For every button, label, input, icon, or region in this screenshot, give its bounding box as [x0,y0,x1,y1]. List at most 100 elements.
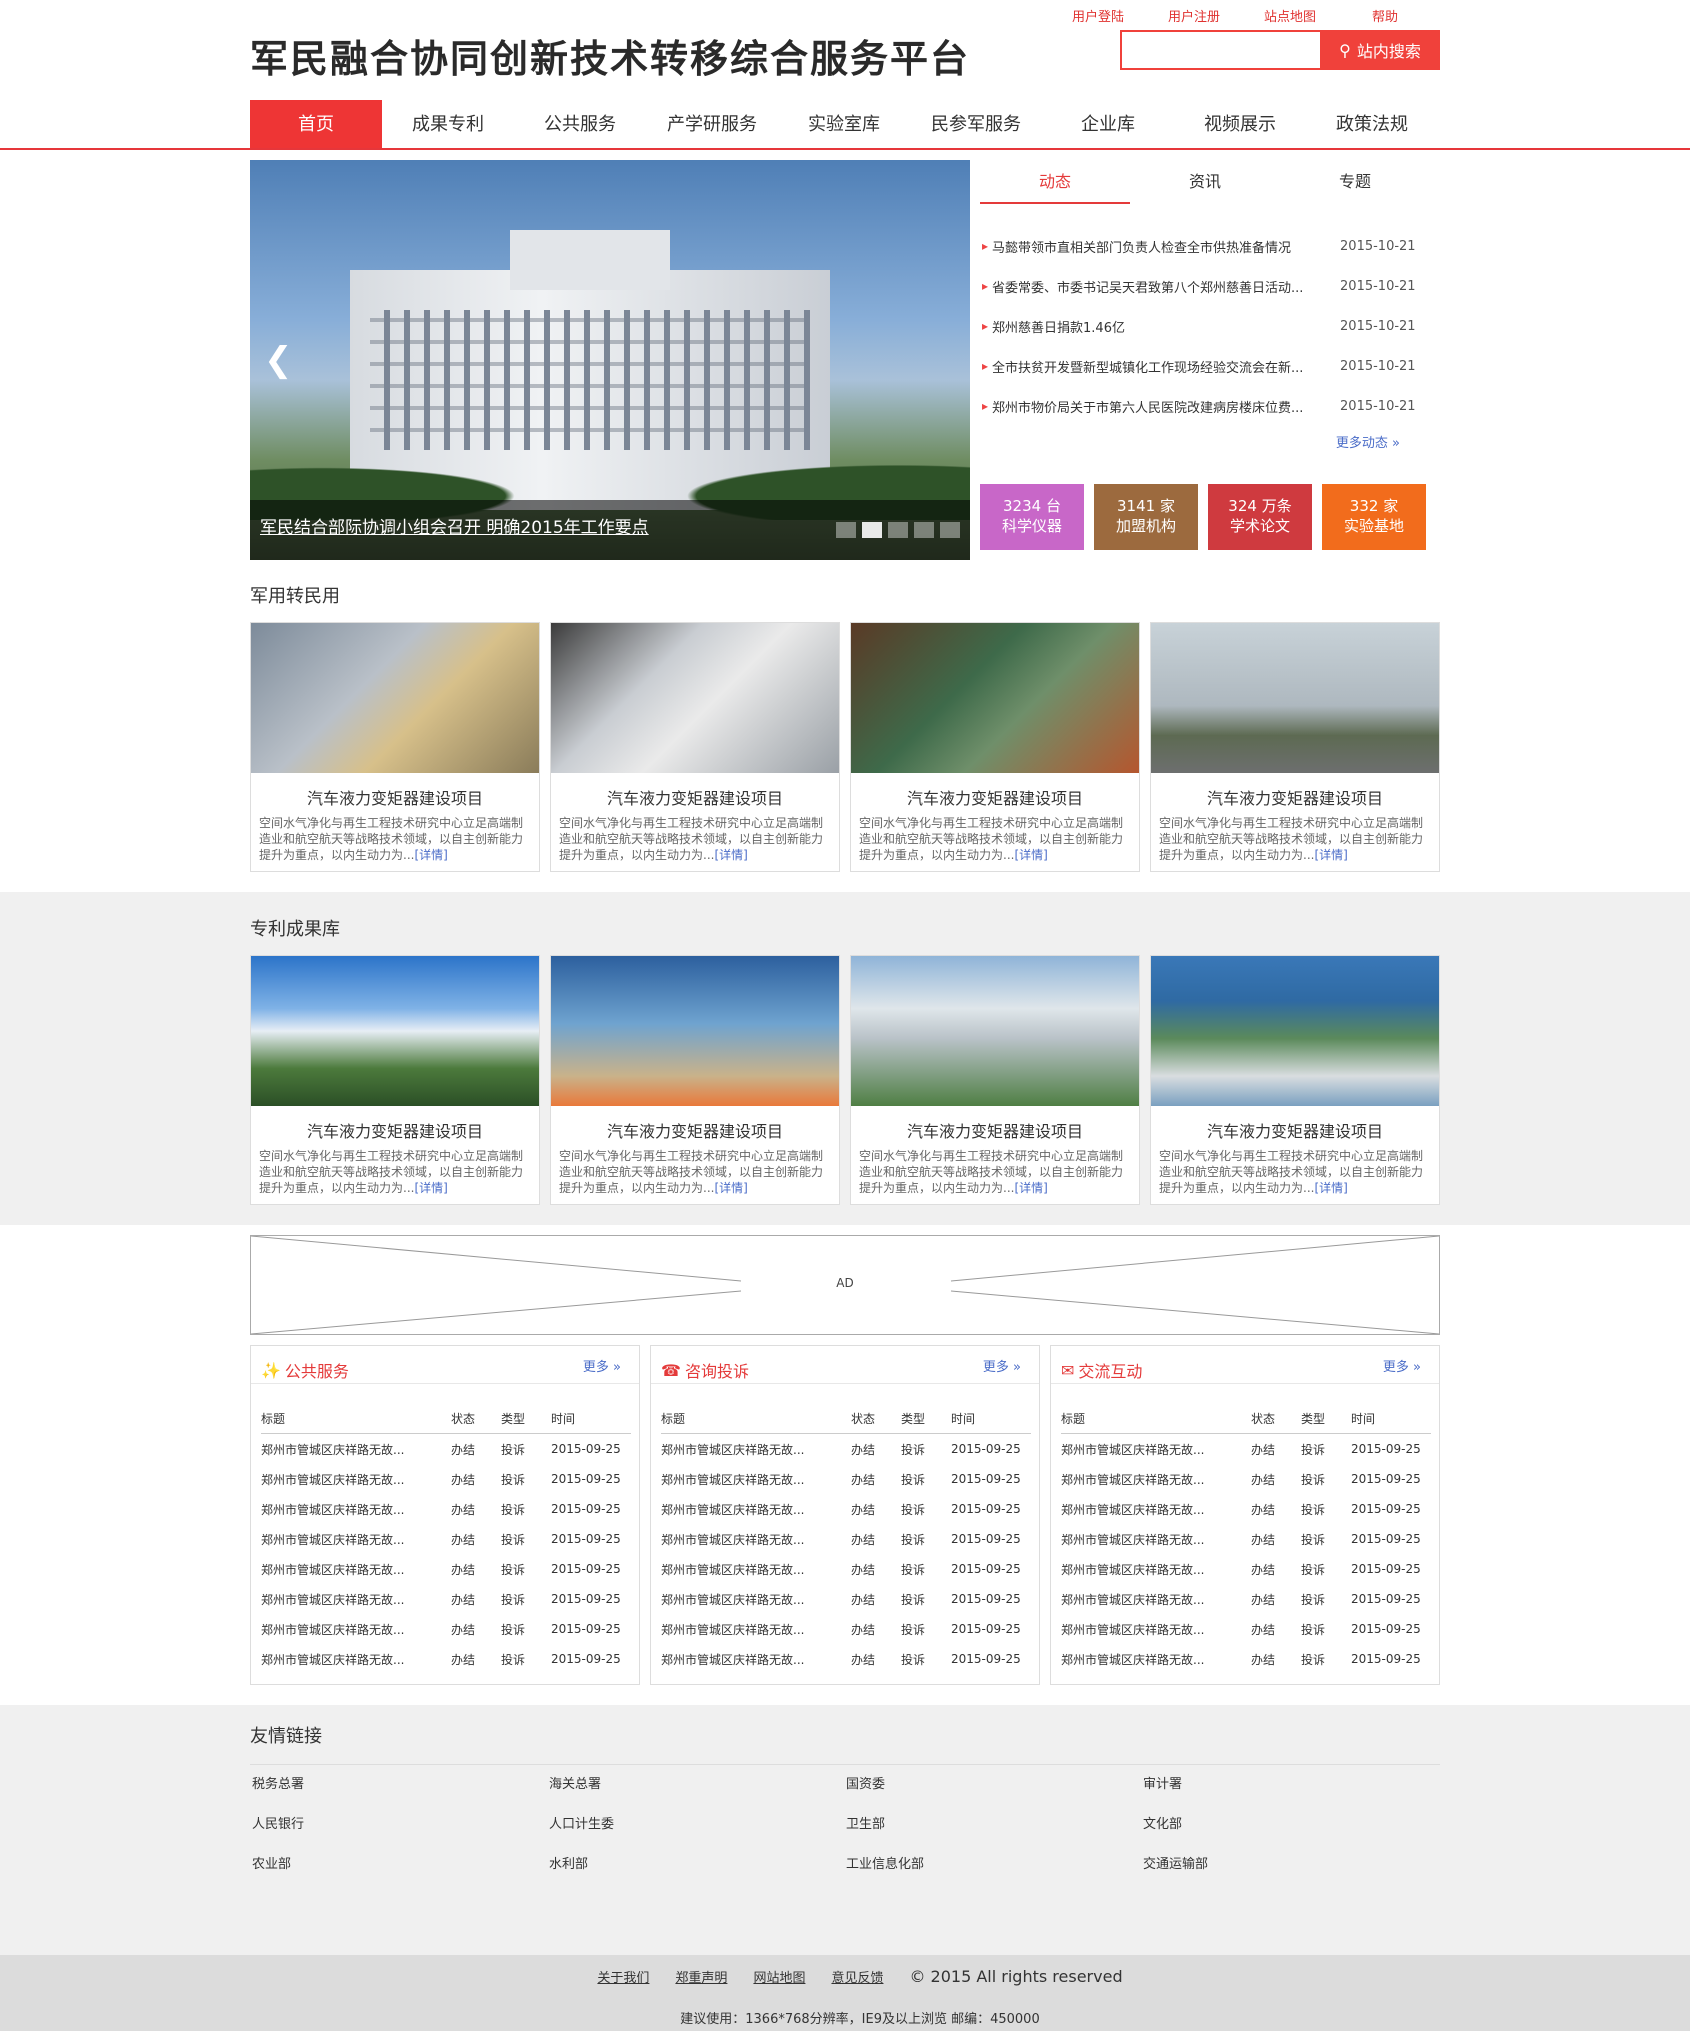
table-row[interactable]: 郑州市管城区庆祥路无故... 办结 投诉 2015-09-25 [1061,1434,1431,1464]
table-row[interactable]: 郑州市管城区庆祥路无故... 办结 投诉 2015-09-25 [661,1524,1031,1554]
project-card[interactable]: 汽车液力变矩器建设项目 空间水气净化与再生工程技术研究中心立足高端制造业和航空航天… [1150,955,1440,1205]
table-row[interactable]: 郑州市管城区庆祥路无故... 办结 投诉 2015-09-25 [1061,1554,1431,1584]
stat-tile[interactable]: 324 万条 学术论文 [1208,484,1312,550]
slider-dot[interactable] [940,522,960,538]
card-detail-link[interactable]: [详情] [1014,848,1047,862]
table-row[interactable]: 郑州市管城区庆祥路无故... 办结 投诉 2015-09-25 [1061,1494,1431,1524]
panel-more-link[interactable]: 更多 » [983,1356,1021,1375]
card-image[interactable] [551,623,839,773]
project-card[interactable]: 汽车液力变矩器建设项目 空间水气净化与再生工程技术研究中心立足高端制造业和航空航天… [850,955,1140,1205]
table-row[interactable]: 郑州市管城区庆祥路无故... 办结 投诉 2015-09-25 [1061,1614,1431,1644]
nav-industry-research[interactable]: 产学研服务 [646,100,778,148]
project-card[interactable]: 汽车液力变矩器建设项目 空间水气净化与再生工程技术研究中心立足高端制造业和航空航天… [850,622,1140,872]
nav-labs[interactable]: 实验室库 [778,100,910,148]
stat-tile[interactable]: 3234 台科学仪器 [980,484,1084,550]
news-item[interactable]: ▸ 马懿带领市直相关部门负责人检查全市供热准备情况 2015-10-21 [980,226,1430,266]
card-detail-link[interactable]: [详情] [1014,1181,1047,1195]
table-row[interactable]: 郑州市管城区庆祥路无故... 办结 投诉 2015-09-25 [261,1464,631,1494]
table-row[interactable]: 郑州市管城区庆祥路无故... 办结 投诉 2015-09-25 [661,1554,1031,1584]
table-row[interactable]: 郑州市管城区庆祥路无故... 办结 投诉 2015-09-25 [661,1494,1031,1524]
table-row[interactable]: 郑州市管城区庆祥路无故... 办结 投诉 2015-09-25 [1061,1584,1431,1614]
register-link[interactable]: 用户注册 [1168,6,1220,25]
table-row[interactable]: 郑州市管城区庆祥路无故... 办结 投诉 2015-09-25 [1061,1464,1431,1494]
slider-dot[interactable] [888,522,908,538]
card-image[interactable] [251,956,539,1106]
table-row[interactable]: 郑州市管城区庆祥路无故... 办结 投诉 2015-09-25 [261,1584,631,1614]
slide-caption[interactable]: 军民结合部际协调小组会召开 明确2015年工作要点 [260,513,649,538]
table-row[interactable]: 郑州市管城区庆祥路无故... 办结 投诉 2015-09-25 [261,1614,631,1644]
nav-policies[interactable]: 政策法规 [1306,100,1438,148]
login-link[interactable]: 用户登陆 [1072,6,1124,25]
friend-link[interactable]: 工业信息化部 [844,1857,1141,1897]
table-row[interactable]: 郑州市管城区庆祥路无故... 办结 投诉 2015-09-25 [661,1464,1031,1494]
card-detail-link[interactable]: [详情] [414,848,447,862]
card-detail-link[interactable]: [详情] [1314,848,1347,862]
friend-link[interactable]: 审计署 [1141,1777,1438,1817]
friend-link[interactable]: 卫生部 [844,1817,1141,1857]
panel-more-link[interactable]: 更多 » [583,1356,621,1375]
stat-tile[interactable]: 332 家实验基地 [1322,484,1426,550]
table-row[interactable]: 郑州市管城区庆祥路无故... 办结 投诉 2015-09-25 [1061,1644,1431,1674]
footer-link-about[interactable]: 关于我们 [597,1967,649,1986]
friend-link[interactable]: 农业部 [250,1857,547,1897]
news-item[interactable]: ▸ 郑州慈善日捐款1.46亿 2015-10-21 [980,306,1430,346]
friend-link[interactable]: 海关总署 [547,1777,844,1817]
ad-banner[interactable]: AD [250,1235,1440,1335]
friend-link[interactable]: 人口计生委 [547,1817,844,1857]
footer-link-feedback[interactable]: 意见反馈 [831,1967,883,1986]
slider-dot[interactable] [836,522,856,538]
table-row[interactable]: 郑州市管城区庆祥路无故... 办结 投诉 2015-09-25 [261,1494,631,1524]
table-row[interactable]: 郑州市管城区庆祥路无故... 办结 投诉 2015-09-25 [261,1434,631,1464]
card-title[interactable]: 汽车液力变矩器建设项目 [551,1118,839,1142]
card-title[interactable]: 汽车液力变矩器建设项目 [851,1118,1139,1142]
card-image[interactable] [851,956,1139,1106]
card-title[interactable]: 汽车液力变矩器建设项目 [251,1118,539,1142]
friend-link[interactable]: 人民银行 [250,1817,547,1857]
card-image[interactable] [1151,956,1439,1106]
card-title[interactable]: 汽车液力变矩器建设项目 [1151,1118,1439,1142]
card-detail-link[interactable]: [详情] [714,1181,747,1195]
slider-dot[interactable] [914,522,934,538]
card-title[interactable]: 汽车液力变矩器建设项目 [251,785,539,809]
table-row[interactable]: 郑州市管城区庆祥路无故... 办结 投诉 2015-09-25 [661,1584,1031,1614]
news-item[interactable]: ▸ 省委常委、市委书记吴天君致第八个郑州慈善日活动... 2015-10-21 [980,266,1430,306]
project-card[interactable]: 汽车液力变矩器建设项目 空间水气净化与再生工程技术研究中心立足高端制造业和航空航天… [550,622,840,872]
image-slider[interactable]: ❮ 军民结合部际协调小组会召开 明确2015年工作要点 [250,160,970,560]
search-button[interactable]: ⚲ 站内搜索 [1320,30,1440,70]
panel-more-link[interactable]: 更多 » [1383,1356,1421,1375]
table-row[interactable]: 郑州市管城区庆祥路无故... 办结 投诉 2015-09-25 [661,1614,1031,1644]
project-card[interactable]: 汽车液力变矩器建设项目 空间水气净化与再生工程技术研究中心立足高端制造业和航空航天… [250,955,540,1205]
table-row[interactable]: 郑州市管城区庆祥路无故... 办结 投诉 2015-09-25 [1061,1524,1431,1554]
friend-link[interactable]: 税务总署 [250,1777,547,1817]
tab-news-updates[interactable]: 动态 [980,160,1130,204]
news-item[interactable]: ▸ 全市扶贫开发暨新型城镇化工作现场经验交流会在新... 2015-10-21 [980,346,1430,386]
nav-patents[interactable]: 成果专利 [382,100,514,148]
project-card[interactable]: 汽车液力变矩器建设项目 空间水气净化与再生工程技术研究中心立足高端制造业和航空航天… [1150,622,1440,872]
footer-link-disclaimer[interactable]: 郑重声明 [675,1967,727,1986]
help-link[interactable]: 帮助 [1372,6,1398,25]
footer-link-sitemap[interactable]: 网站地图 [753,1967,805,1986]
tab-news-info[interactable]: 资讯 [1130,160,1280,204]
card-title[interactable]: 汽车液力变矩器建设项目 [851,785,1139,809]
table-row[interactable]: 郑州市管城区庆祥路无故... 办结 投诉 2015-09-25 [261,1554,631,1584]
nav-public-service[interactable]: 公共服务 [514,100,646,148]
more-news-link[interactable]: 更多动态 » [1336,432,1400,451]
table-row[interactable]: 郑州市管城区庆祥路无故... 办结 投诉 2015-09-25 [261,1644,631,1674]
card-detail-link[interactable]: [详情] [414,1181,447,1195]
table-row[interactable]: 郑州市管城区庆祥路无故... 办结 投诉 2015-09-25 [661,1644,1031,1674]
project-card[interactable]: 汽车液力变矩器建设项目 空间水气净化与再生工程技术研究中心立足高端制造业和航空航天… [250,622,540,872]
nav-home[interactable]: 首页 [250,100,382,148]
nav-civil-military[interactable]: 民参军服务 [910,100,1042,148]
card-image[interactable] [251,623,539,773]
card-image[interactable] [551,956,839,1106]
slider-dot[interactable] [862,522,882,538]
friend-link[interactable]: 文化部 [1141,1817,1438,1857]
nav-enterprises[interactable]: 企业库 [1042,100,1174,148]
table-row[interactable]: 郑州市管城区庆祥路无故... 办结 投诉 2015-09-25 [661,1434,1031,1464]
card-image[interactable] [1151,623,1439,773]
sitemap-link[interactable]: 站点地图 [1264,6,1316,25]
friend-link[interactable]: 国资委 [844,1777,1141,1817]
card-title[interactable]: 汽车液力变矩器建设项目 [1151,785,1439,809]
nav-videos[interactable]: 视频展示 [1174,100,1306,148]
card-image[interactable] [851,623,1139,773]
